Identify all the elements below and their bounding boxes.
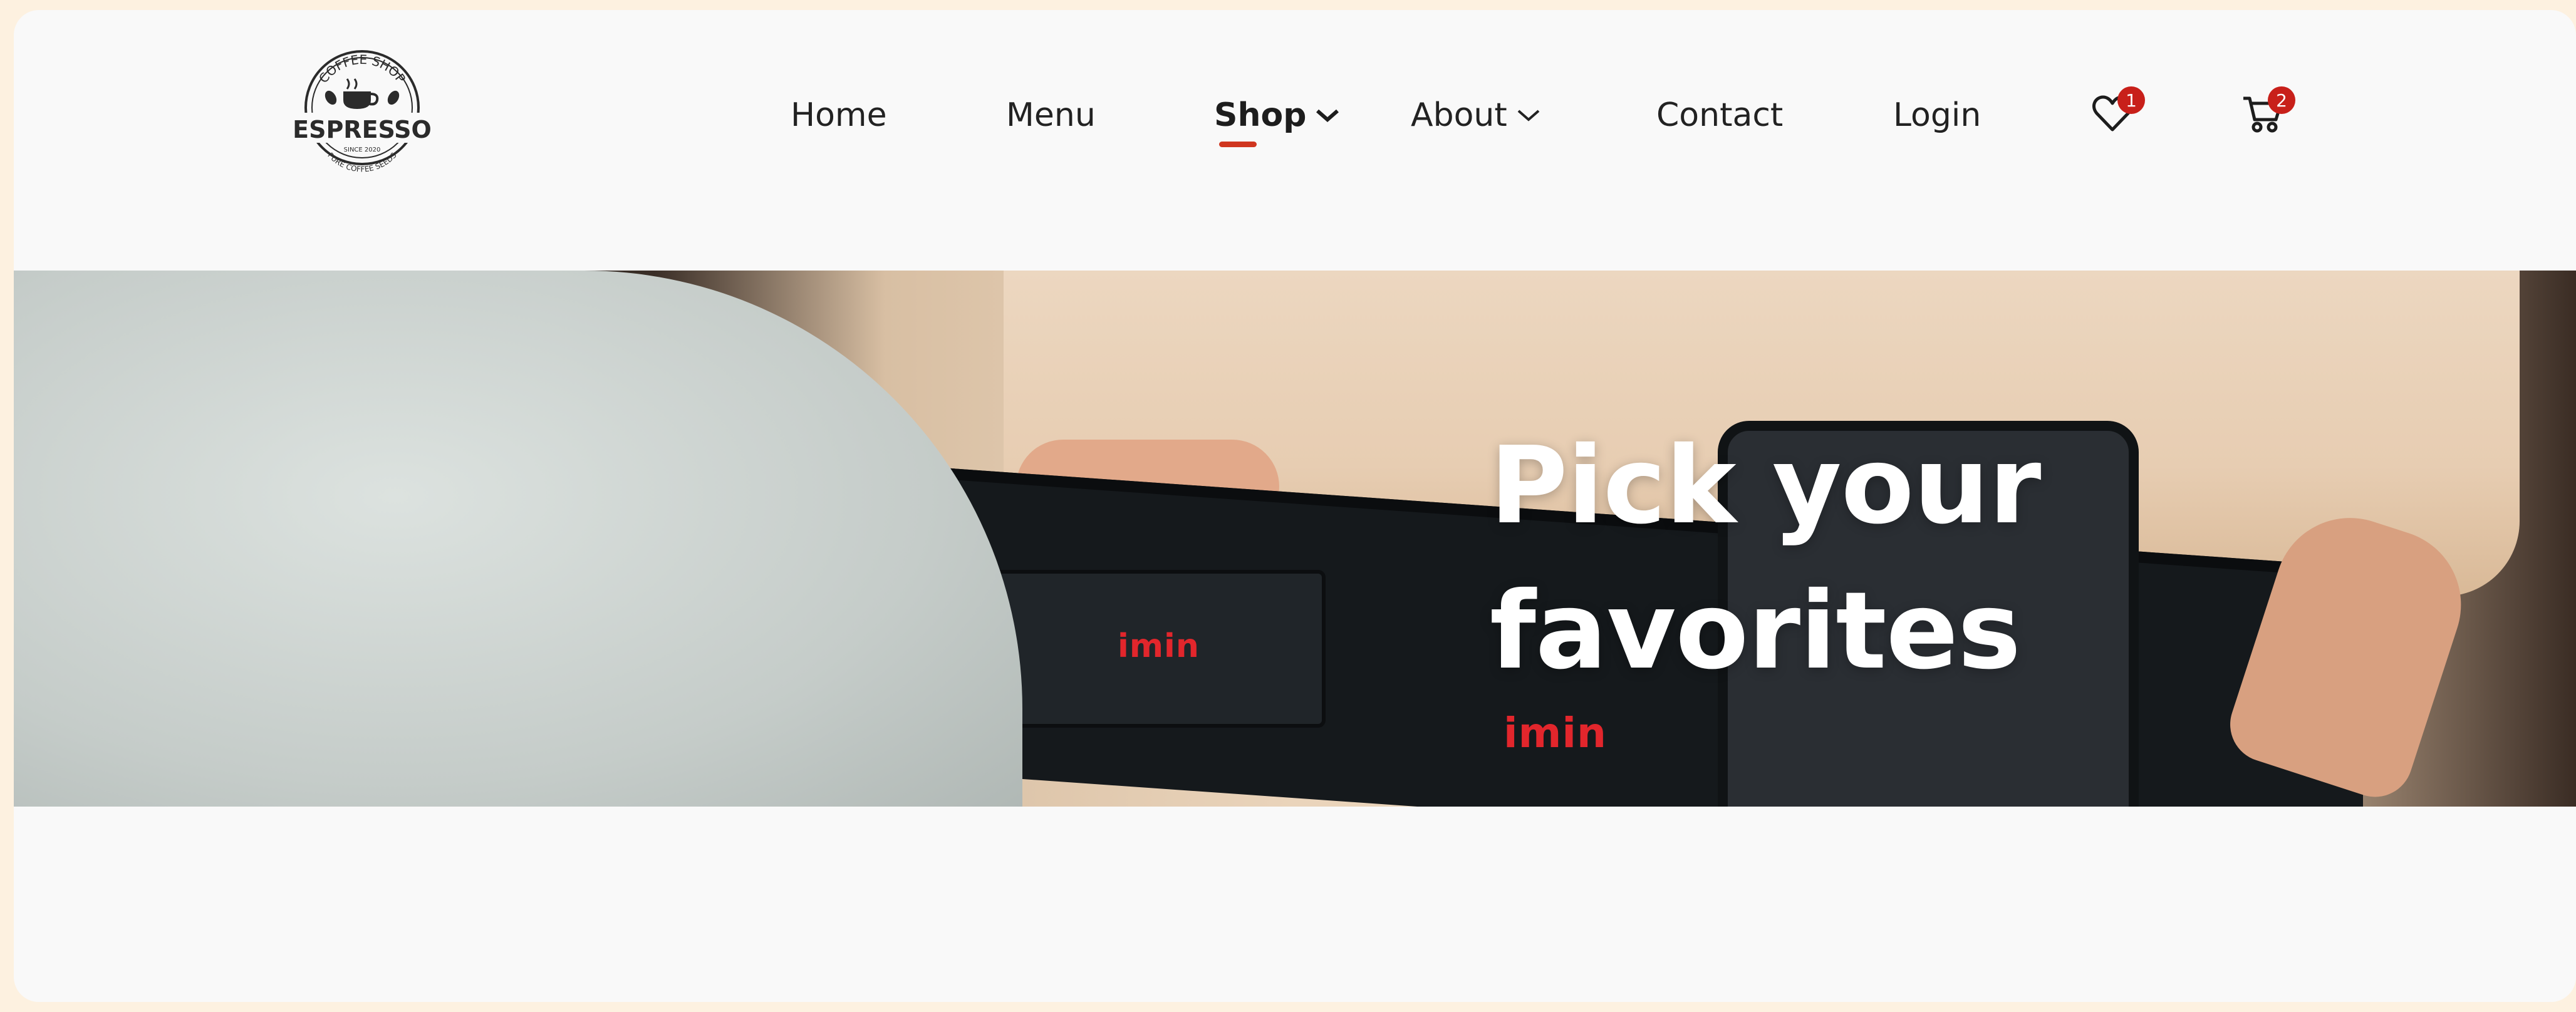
cart-button[interactable]: 2 (2231, 84, 2295, 147)
nav-item-login[interactable]: Login (1893, 84, 1981, 147)
chevron-down-icon (1516, 107, 1541, 123)
wishlist-button[interactable]: 1 (2081, 84, 2145, 147)
wishlist-count-badge: 1 (2117, 86, 2145, 114)
hero-title: Pick your favorites (1490, 413, 2041, 704)
hero-title-line: Pick your (1490, 424, 2041, 548)
main-nav: Home Menu Shop About Contact Login (14, 84, 2576, 147)
page-frame: COFFEE SHOP ESPRESSO SINCE 2020 PURE COF… (14, 10, 2576, 1002)
hero-photo-brand-text: imin (1118, 627, 1200, 665)
nav-item-about[interactable]: About (1411, 84, 1541, 147)
hero-photo-customer (14, 271, 1022, 807)
nav-item-label: Menu (1006, 96, 1096, 134)
nav-item-label: Shop (1214, 96, 1307, 134)
nav-item-menu[interactable]: Menu (1006, 84, 1096, 147)
nav-item-contact[interactable]: Contact (1656, 84, 1783, 147)
hero-title-line: favorites (1490, 569, 2021, 693)
nav-item-label: Contact (1656, 96, 1784, 134)
svg-text:COFFEE SHOP: COFFEE SHOP (316, 52, 408, 86)
hero-photo-brand-text: imin (1504, 709, 1607, 757)
nav-item-shop[interactable]: Shop (1214, 84, 1340, 147)
active-nav-indicator (1219, 142, 1257, 147)
nav-item-label: Home (791, 96, 887, 134)
svg-text:PURE COFFEE SEEDS: PURE COFFEE SEEDS (326, 151, 398, 173)
hero-banner: imin imin Pick your favorites (14, 271, 2576, 807)
nav-item-label: Login (1893, 96, 1981, 134)
chevron-down-icon (1315, 107, 1340, 123)
nav-item-home[interactable]: Home (791, 84, 887, 147)
nav-item-label: About (1411, 96, 1507, 134)
svg-text:SINCE 2020: SINCE 2020 (344, 147, 381, 153)
cart-count-badge: 2 (2268, 86, 2295, 114)
site-header: COFFEE SHOP ESPRESSO SINCE 2020 PURE COF… (14, 10, 2576, 271)
